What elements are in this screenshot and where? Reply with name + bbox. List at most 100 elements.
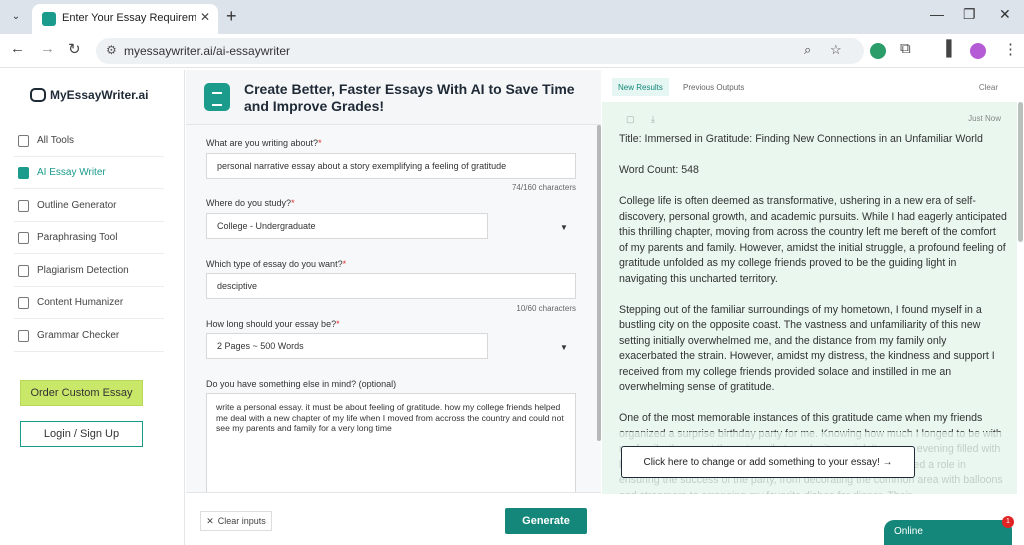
notification-badge: 1 (1002, 516, 1014, 528)
clear-output-button[interactable]: Clear (979, 83, 998, 92)
browser-toolbar: ← → ↻ ⚙ myessaywriter.ai/ai-essaywriter … (0, 34, 1024, 68)
site-logo[interactable]: MyEssayWriter.ai (30, 88, 149, 102)
tab-title: Enter Your Essay Requirements (62, 12, 196, 24)
form-header: Create Better, Faster Essays With AI to … (186, 70, 601, 125)
robot-logo-icon (30, 88, 46, 102)
sidebar-item-content-humanizer[interactable]: Content Humanizer (14, 287, 164, 319)
forward-icon[interactable]: → (40, 40, 55, 57)
essay-length-label-text: How long should your essay be? (206, 319, 337, 329)
sidebar-item-label: All Tools (37, 135, 75, 146)
topic-input[interactable]: personal narrative essay about a story e… (206, 153, 576, 179)
more-menu-icon[interactable]: ⋮ (1003, 40, 1018, 58)
site-settings-icon[interactable]: ⚙ (106, 43, 117, 57)
output-timestamp: Just Now (968, 114, 1001, 123)
essay-form: What are you writing about?* personal na… (186, 125, 601, 492)
essay-type-input[interactable]: desciptive (206, 273, 576, 299)
sidebar-item-label: Plagiarism Detection (37, 265, 129, 276)
url-text: myessaywriter.ai/ai-essaywriter (124, 44, 291, 58)
close-icon: ✕ (206, 515, 214, 526)
bookmark-star-icon[interactable]: ☆ (830, 42, 842, 58)
sidebar-item-label: Grammar Checker (37, 330, 120, 341)
output-panel: ▢ ⤓ Just Now Title: Immersed in Gratitud… (602, 102, 1017, 494)
essay-paragraph: College life is often deemed as transfor… (619, 195, 1007, 285)
sidebar-item-outline-generator[interactable]: Outline Generator (14, 190, 164, 222)
required-mark: * (318, 138, 322, 148)
form-scrollbar[interactable] (597, 125, 601, 441)
outline-icon (18, 199, 29, 212)
extensions-puzzle-icon[interactable]: ⧉ (900, 40, 911, 57)
close-icon[interactable]: ✕ (200, 10, 210, 24)
sidebar-item-ai-essay-writer[interactable]: AI Essay Writer (14, 157, 164, 189)
study-level-select[interactable]: College - Undergraduate (206, 213, 488, 239)
online-chat-widget[interactable]: Online (884, 520, 1012, 545)
humanizer-icon (18, 296, 29, 309)
output-header: New Results Previous Outputs Clear (602, 70, 1024, 102)
essay-paragraph: Stepping out of the familiar surrounding… (619, 303, 995, 394)
profile-avatar[interactable] (970, 43, 986, 59)
page-title: Create Better, Faster Essays With AI to … (244, 81, 575, 114)
window-close-icon[interactable]: ✕ (999, 6, 1011, 23)
sidebar-item-paraphrasing-tool[interactable]: Paraphrasing Tool (14, 222, 164, 254)
back-icon[interactable]: ← (10, 40, 25, 57)
document-icon (18, 166, 29, 179)
grammar-icon (18, 329, 29, 342)
form-footer: ✕ Clear inputs Generate (186, 492, 601, 545)
study-level-label: Where do you study?* (206, 198, 295, 208)
sidebar-item-plagiarism-detection[interactable]: Plagiarism Detection (14, 255, 164, 287)
paraphrase-icon (18, 231, 29, 244)
grid-icon (18, 134, 29, 147)
chevron-down-icon[interactable]: ▼ (560, 343, 568, 352)
document-icon (204, 83, 230, 111)
side-panel-icon[interactable]: ▐ (941, 40, 952, 57)
minimize-icon[interactable]: — (930, 6, 944, 22)
sidebar-item-label: Outline Generator (37, 200, 117, 211)
essay-length-select[interactable]: 2 Pages ~ 500 Words (206, 333, 488, 359)
browser-tab[interactable]: Enter Your Essay Requirements ✕ (32, 4, 218, 34)
login-signup-button[interactable]: Login / Sign Up (20, 421, 143, 447)
sidebar-item-grammar-checker[interactable]: Grammar Checker (14, 320, 164, 352)
tab-new-results[interactable]: New Results (612, 78, 669, 96)
required-mark: * (336, 319, 340, 329)
new-tab-icon[interactable]: + (226, 6, 237, 27)
required-mark: * (342, 259, 347, 269)
restore-icon[interactable]: ❐ (963, 6, 976, 23)
essay-word-count: Word Count: 548 (619, 164, 699, 176)
sidebar-item-label: Content Humanizer (37, 297, 124, 308)
essay-type-label: Which type of essay do you want?* (206, 259, 346, 269)
topic-label: What are you writing about?* (206, 138, 322, 148)
favicon-icon (42, 12, 56, 26)
generate-button[interactable]: Generate (505, 508, 587, 534)
change-essay-button[interactable]: Click here to change or add something to… (621, 446, 915, 478)
required-mark: * (291, 198, 295, 208)
study-level-label-text: Where do you study? (206, 198, 292, 208)
tab-search-icon[interactable]: ⌄ (6, 7, 26, 27)
essay-type-char-counter: 10/60 characters (516, 304, 576, 313)
plagiarism-icon (18, 264, 29, 277)
logo-text: MyEssayWriter.ai (50, 88, 149, 102)
output-scrollbar[interactable] (1018, 102, 1023, 242)
browser-tabbar: ⌄ Enter Your Essay Requirements ✕ + — ❐ … (0, 0, 1024, 34)
address-bar[interactable]: ⚙ myessaywriter.ai/ai-essaywriter ⌕ ☆ (96, 38, 864, 64)
essay-title: Title: Immersed in Gratitude: Finding Ne… (619, 133, 983, 145)
order-custom-essay-button[interactable]: Order Custom Essay (20, 380, 143, 406)
essay-type-label-text: Which type of essay do you want? (206, 259, 343, 269)
download-icon[interactable]: ⤓ (651, 114, 655, 124)
essay-length-label: How long should your essay be?* (206, 319, 340, 329)
topic-char-counter: 74/160 characters (511, 183, 576, 192)
copy-icon[interactable]: ▢ (626, 114, 635, 124)
reload-icon[interactable]: ↻ (68, 40, 81, 58)
sidebar: MyEssayWriter.ai All Tools AI Essay Writ… (0, 70, 185, 545)
topic-label-text: What are you writing about? (206, 138, 319, 148)
zoom-icon[interactable]: ⌕ (804, 42, 811, 58)
sidebar-item-label: AI Essay Writer (37, 167, 106, 178)
chevron-down-icon[interactable]: ▼ (560, 223, 568, 232)
clear-inputs-label: Clear inputs (217, 516, 266, 526)
sidebar-item-all-tools[interactable]: All Tools (14, 125, 164, 157)
tab-previous-outputs[interactable]: Previous Outputs (677, 78, 750, 96)
output-tools: ▢ ⤓ (626, 114, 655, 125)
grammarly-extension-icon[interactable] (870, 43, 886, 59)
extra-notes-label: Do you have something else in mind? (opt… (206, 379, 397, 389)
clear-inputs-button[interactable]: ✕ Clear inputs (200, 511, 272, 531)
extra-notes-textarea[interactable]: write a personal essay. it must be about… (206, 393, 576, 492)
sidebar-item-label: Paraphrasing Tool (37, 232, 118, 243)
